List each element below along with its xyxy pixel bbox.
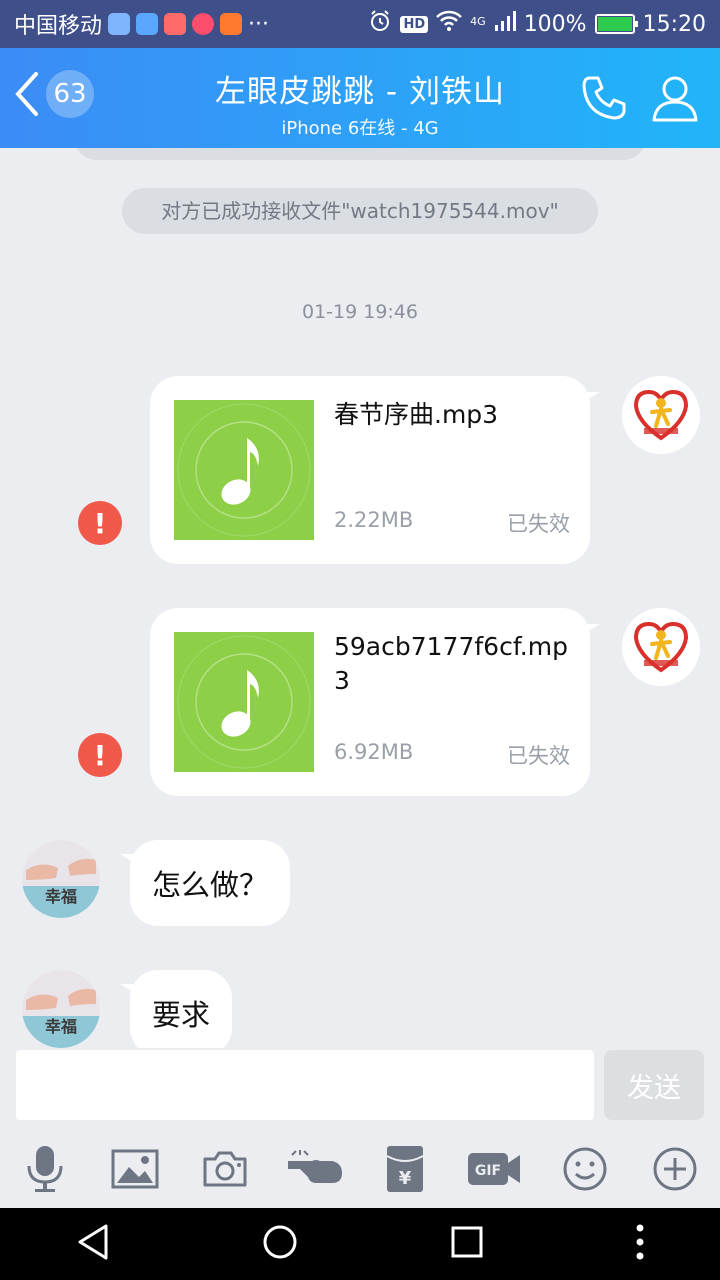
nav-recents-button[interactable] bbox=[450, 1225, 484, 1263]
image-icon[interactable] bbox=[100, 1134, 170, 1204]
square-recents-icon bbox=[451, 1226, 482, 1258]
chat-title: 左眼皮跳跳 - 刘铁山 bbox=[215, 74, 505, 110]
send-failed-icon[interactable]: ! bbox=[78, 733, 122, 777]
file-message[interactable]: 59acb7177f6cf.mp3 6.92MB 已失效 bbox=[150, 608, 600, 796]
file-name: 59acb7177f6cf.mp3 bbox=[334, 632, 568, 695]
send-failed-icon[interactable]: ! bbox=[78, 501, 122, 545]
heart-logo-icon bbox=[622, 608, 700, 686]
file-status: 已失效 bbox=[507, 512, 570, 536]
online-status: iPhone 6在线 - 4G bbox=[281, 118, 439, 139]
app-notification-icon bbox=[108, 13, 131, 35]
contact-avatar[interactable]: 幸福 bbox=[22, 840, 100, 918]
signal-icon bbox=[494, 10, 516, 38]
avatar-caption: 幸福 bbox=[45, 887, 77, 906]
music-file-icon bbox=[174, 400, 314, 540]
unread-count-badge: 63 bbox=[46, 70, 94, 118]
gif-icon[interactable]: GIF bbox=[460, 1134, 530, 1204]
hands-photo-icon: 幸福 bbox=[22, 840, 100, 918]
message-text: 怎么做？ bbox=[152, 868, 269, 902]
back-button[interactable]: 63 bbox=[12, 70, 94, 118]
emoji-icon[interactable] bbox=[550, 1134, 620, 1204]
app-notification-icon bbox=[164, 13, 187, 35]
my-avatar[interactable] bbox=[622, 608, 700, 686]
system-notice: 对方已成功接收文件"watch1975544.mov" bbox=[122, 188, 598, 234]
bubble-tail bbox=[120, 984, 136, 994]
phone-call-button[interactable] bbox=[578, 72, 630, 128]
circle-home-icon bbox=[263, 1225, 296, 1259]
nav-menu-button[interactable] bbox=[635, 1223, 645, 1265]
system-nav-bar bbox=[0, 1208, 720, 1280]
avatar-caption: 幸福 bbox=[45, 1017, 77, 1036]
red-packet-icon[interactable]: ¥ bbox=[370, 1134, 440, 1204]
battery-percent: 100% bbox=[523, 11, 587, 37]
more-notifications-icon: ··· bbox=[248, 11, 269, 37]
wifi-icon bbox=[436, 10, 463, 38]
vertical-dots-icon bbox=[636, 1224, 643, 1260]
phone-icon bbox=[582, 76, 626, 120]
my-avatar[interactable] bbox=[622, 376, 700, 454]
carrier-label: 中国移动 bbox=[14, 14, 103, 39]
input-bar: 发送 bbox=[0, 1048, 720, 1130]
triangle-back-icon bbox=[78, 1224, 107, 1260]
message-text: 要求 bbox=[152, 998, 211, 1032]
send-button[interactable]: 发送 bbox=[604, 1050, 704, 1120]
microphone-icon[interactable] bbox=[10, 1134, 80, 1204]
gif-label: GIF bbox=[475, 1163, 501, 1179]
music-file-icon bbox=[174, 632, 314, 772]
plus-icon[interactable] bbox=[640, 1134, 710, 1204]
battery-icon bbox=[594, 14, 638, 34]
chat-title-block[interactable]: 左眼皮跳跳 - 刘铁山 iPhone 6在线 - 4G bbox=[150, 66, 570, 140]
profile-button[interactable] bbox=[650, 72, 700, 128]
file-name: 春节序曲.mp3 bbox=[334, 400, 499, 429]
app-notification-icon bbox=[220, 13, 243, 35]
contact-avatar[interactable]: 幸福 bbox=[22, 970, 100, 1048]
bubble-tail bbox=[584, 624, 600, 634]
app-notification-icon bbox=[136, 13, 159, 35]
message-list[interactable]: 对方已成功接收文件"watch1975544.mov" 01-19 19:46 … bbox=[0, 148, 720, 1048]
file-message[interactable]: 春节序曲.mp3 2.22MB 已失效 bbox=[150, 376, 600, 564]
chat-header: 63 左眼皮跳跳 - 刘铁山 iPhone 6在线 - 4G bbox=[0, 48, 720, 148]
file-status: 已失效 bbox=[507, 744, 570, 768]
status-bar: 中国移动 ··· HD 4G 100% 15:20 bbox=[0, 0, 720, 48]
file-size: 2.22MB bbox=[334, 508, 414, 532]
camera-icon[interactable] bbox=[190, 1134, 260, 1204]
incoming-message[interactable]: 要求 bbox=[120, 970, 233, 1048]
svg-text:¥: ¥ bbox=[399, 1168, 412, 1189]
nav-home-button[interactable] bbox=[261, 1223, 299, 1265]
heart-logo-icon bbox=[622, 376, 700, 454]
hands-photo-icon: 幸福 bbox=[22, 970, 100, 1048]
alarm-icon bbox=[368, 9, 392, 39]
poke-icon[interactable] bbox=[280, 1134, 350, 1204]
message-input[interactable] bbox=[16, 1050, 594, 1120]
nav-back-button[interactable] bbox=[76, 1223, 110, 1265]
network-type: 4G bbox=[470, 15, 486, 28]
incoming-message[interactable]: 怎么做？ bbox=[120, 840, 291, 926]
chevron-left-icon bbox=[15, 72, 38, 116]
clock: 15:20 bbox=[642, 11, 706, 37]
hd-badge: HD bbox=[400, 15, 429, 33]
system-notice-partial bbox=[74, 148, 646, 160]
input-toolbar: ¥ GIF bbox=[0, 1130, 720, 1208]
app-notification-icon bbox=[192, 13, 215, 35]
person-icon bbox=[652, 76, 698, 122]
file-size: 6.92MB bbox=[334, 740, 414, 764]
bubble-tail bbox=[584, 392, 600, 402]
bubble-tail bbox=[120, 854, 136, 864]
message-timestamp: 01-19 19:46 bbox=[301, 301, 418, 323]
